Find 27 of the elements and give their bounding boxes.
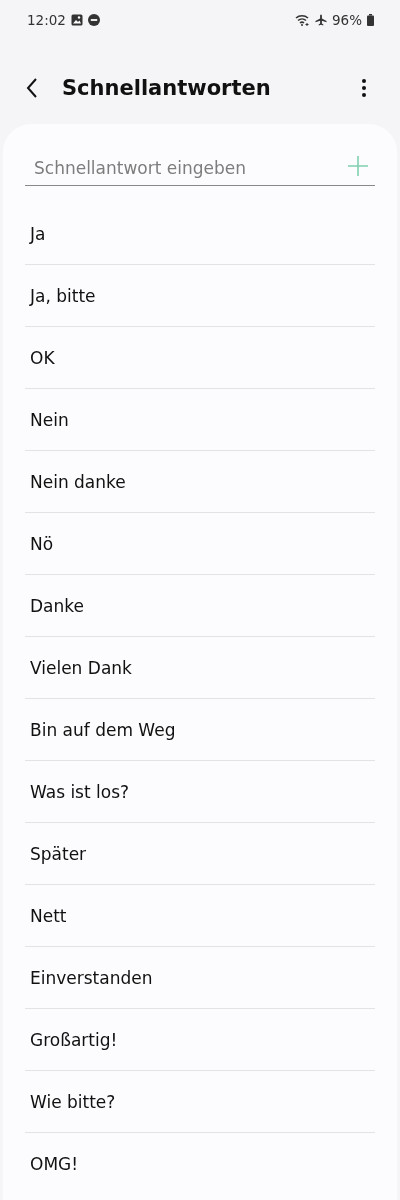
quick-reply-item[interactable]: Später [25, 823, 375, 885]
quick-reply-item[interactable]: Was ist los? [25, 761, 375, 823]
quick-reply-item[interactable]: Großartig! [25, 1009, 375, 1071]
status-time: 12:02 [27, 12, 66, 28]
quick-reply-item[interactable]: Danke [25, 575, 375, 637]
wifi-icon [295, 14, 310, 26]
quick-reply-item[interactable]: Nein [25, 389, 375, 451]
more-options-button[interactable] [362, 79, 366, 97]
quick-reply-item[interactable]: Vielen Dank [25, 637, 375, 699]
quick-reply-item[interactable]: OK [25, 327, 375, 389]
quick-reply-item[interactable]: Einverstanden [25, 947, 375, 1009]
battery-percent: 96% [332, 12, 362, 28]
quick-reply-item[interactable]: OMG! [25, 1133, 375, 1195]
quick-reply-item[interactable]: Bin auf dem Weg [25, 699, 375, 761]
reply-input-field[interactable]: Schnellantwort eingeben [25, 150, 375, 186]
page-title: Schnellantworten [62, 76, 271, 100]
airplane-icon [315, 14, 327, 26]
quick-reply-item[interactable]: Nö [25, 513, 375, 575]
quick-reply-item[interactable]: Wie bitte? [25, 1071, 375, 1133]
quick-reply-item[interactable]: Nett [25, 885, 375, 947]
quick-reply-item[interactable]: Ja [25, 203, 375, 265]
image-icon [70, 14, 83, 26]
quick-reply-item[interactable]: Ja, bitte [25, 265, 375, 327]
do-not-disturb-icon [87, 14, 100, 26]
quick-reply-item[interactable]: Nein danke [25, 451, 375, 513]
back-button[interactable] [26, 78, 38, 98]
battery-icon [367, 14, 374, 26]
